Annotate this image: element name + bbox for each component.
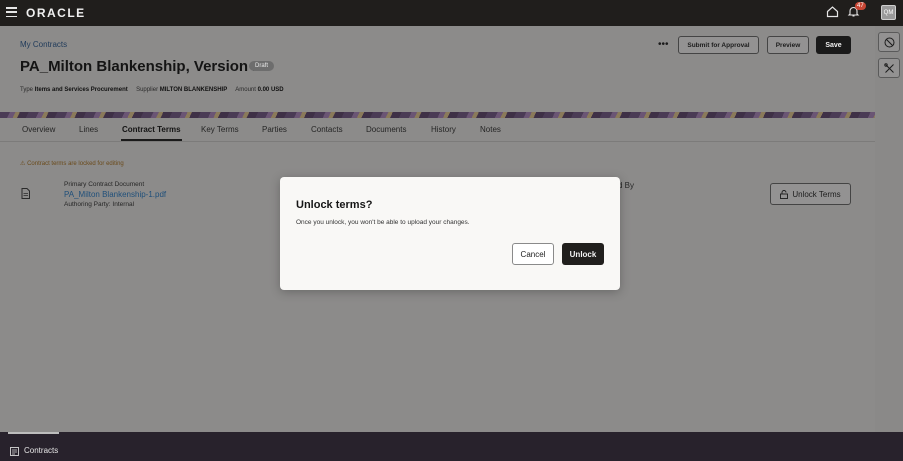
preview-button[interactable]: Preview: [767, 36, 809, 54]
home-icon[interactable]: [826, 5, 839, 18]
active-tab-indicator: [121, 139, 182, 141]
dialog-title: Unlock terms?: [296, 199, 373, 211]
amount-value: 0.00 USD: [257, 87, 284, 93]
tab-documents[interactable]: Documents: [366, 125, 406, 134]
tab-key-terms[interactable]: Key Terms: [201, 125, 239, 134]
submit-for-approval-button[interactable]: Submit for Approval: [678, 36, 759, 54]
menu-icon[interactable]: [6, 7, 17, 17]
more-actions-button[interactable]: •••: [658, 39, 669, 50]
document-link[interactable]: PA_Milton Blankenship-1.pdf: [64, 190, 166, 199]
locked-message: ⚠ Contract terms are locked for editing: [20, 160, 124, 167]
top-bar: ORACLE 47 QM: [0, 0, 903, 26]
page-title: PA_Milton Blankenship, Version 1: [20, 58, 261, 75]
bottom-tab-contracts[interactable]: Contracts: [24, 446, 58, 455]
unlock-icon: [780, 189, 789, 199]
tab-history[interactable]: History: [431, 125, 456, 134]
right-rail: [875, 26, 903, 432]
avatar[interactable]: QM: [881, 5, 896, 20]
supplier-label: Supplier: [136, 87, 159, 93]
notification-badge: 47: [855, 2, 866, 10]
cancel-button[interactable]: Cancel: [512, 243, 554, 265]
unlock-terms-button[interactable]: Unlock Terms: [770, 183, 851, 205]
status-badge: Draft: [249, 61, 275, 71]
document-type-label: Primary Contract Document: [64, 181, 145, 188]
locked-message-text: Contract terms are locked for editing: [27, 161, 124, 167]
tab-parties[interactable]: Parties: [262, 125, 287, 134]
unlock-terms-label: Unlock Terms: [792, 189, 841, 199]
bottom-bar: Contracts: [0, 432, 903, 461]
tab-overview[interactable]: Overview: [22, 125, 55, 134]
unlock-button[interactable]: Unlock: [562, 243, 604, 265]
authoring-party: Authoring Party: Internal: [64, 201, 135, 208]
dialog-message: Once you unlock, you won't be able to up…: [296, 219, 470, 226]
document-icon: [21, 188, 30, 199]
tab-lines[interactable]: Lines: [79, 125, 98, 134]
amount-label: Amount: [235, 87, 256, 93]
contract-meta: Type Items and Services Procurement Supp…: [20, 87, 284, 93]
warning-icon: ⚠: [20, 161, 26, 167]
tab-contract-terms[interactable]: Contract Terms: [122, 125, 181, 134]
type-value: Items and Services Procurement: [34, 87, 128, 93]
breadcrumb[interactable]: My Contracts: [20, 40, 67, 49]
save-button[interactable]: Save: [816, 36, 851, 54]
tools-icon[interactable]: [878, 58, 900, 78]
tab-contacts[interactable]: Contacts: [311, 125, 343, 134]
tab-bar: Overview Lines Contract Terms Key Terms …: [0, 118, 875, 142]
tab-notes[interactable]: Notes: [480, 125, 501, 134]
column-label-partial: d By: [618, 181, 635, 190]
block-icon[interactable]: [878, 32, 900, 52]
supplier-value: MILTON BLANKENSHIP: [159, 87, 228, 93]
type-label: Type: [20, 87, 34, 93]
oracle-logo[interactable]: ORACLE: [26, 6, 86, 20]
contracts-icon[interactable]: [10, 447, 19, 456]
bottom-tab-indicator: [8, 432, 59, 434]
unlock-terms-dialog: Unlock terms? Once you unlock, you won't…: [280, 177, 620, 290]
